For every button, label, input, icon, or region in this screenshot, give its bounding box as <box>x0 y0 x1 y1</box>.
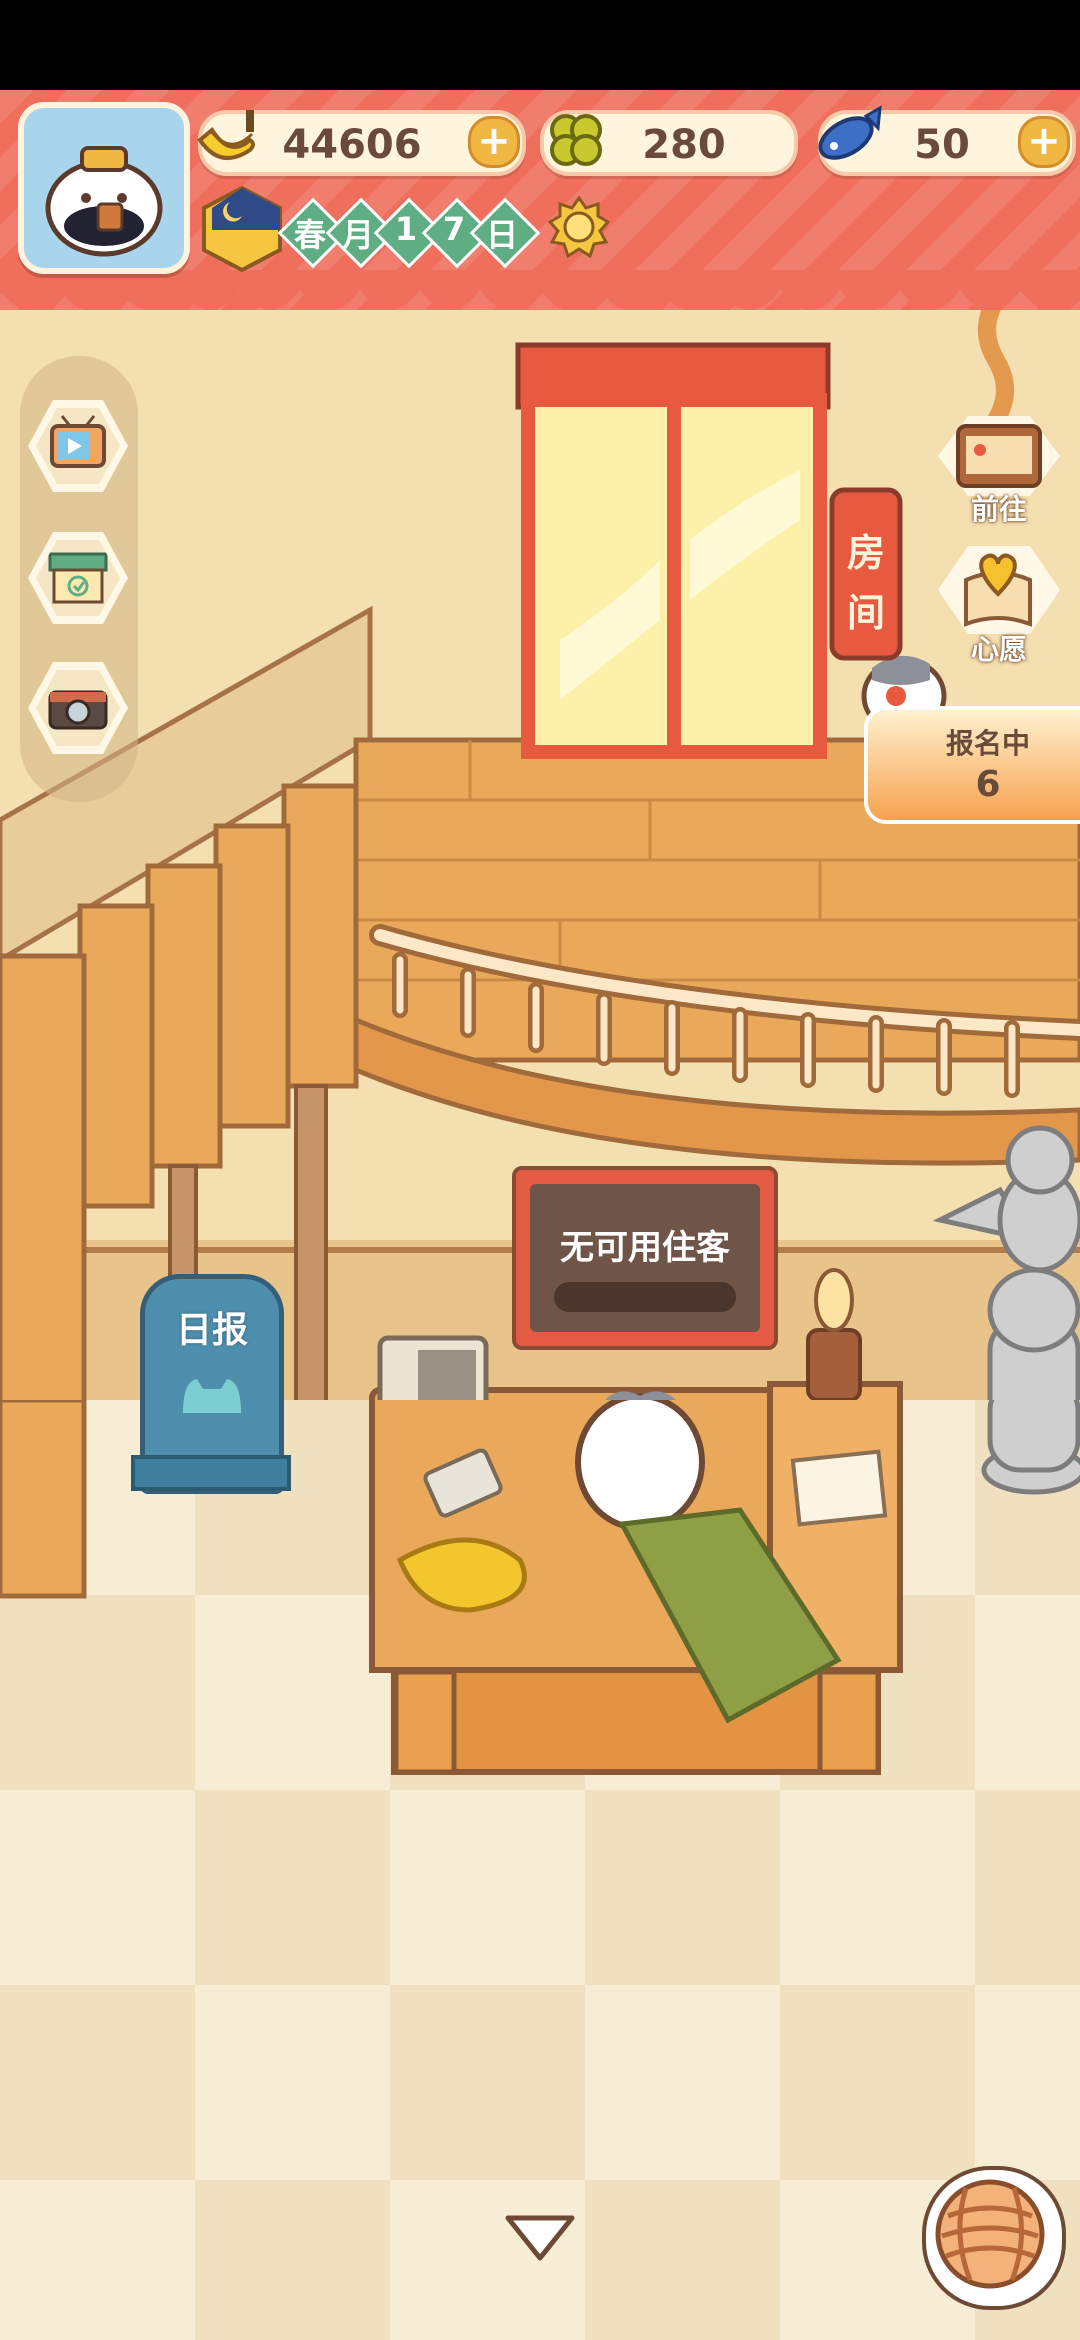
fish-icon <box>818 105 882 160</box>
fish-amount: 50 <box>914 122 970 168</box>
add-fish-button[interactable]: + <box>1018 116 1070 168</box>
banana-amount: 44606 <box>282 122 422 168</box>
wish-button[interactable]: 心愿 <box>936 540 1062 666</box>
add-bananas-button[interactable]: + <box>468 116 520 168</box>
banana-icon <box>197 110 255 160</box>
newspaper-stand-base <box>131 1455 291 1491</box>
newspaper-label: 日报 <box>175 1310 248 1351</box>
cat-face-icon <box>183 1379 241 1413</box>
heart-book-icon <box>938 546 1060 634</box>
player-avatar[interactable] <box>18 102 190 274</box>
yarn-ball-icon <box>935 2179 1045 2289</box>
moon-clock-icon[interactable] <box>196 184 288 274</box>
clover-amount: 280 <box>642 122 726 168</box>
go-button-label: 前往 <box>970 493 1027 526</box>
no-guest-message: 无可用住客 <box>560 1228 730 1268</box>
go-button[interactable]: 前往 <box>936 410 1062 528</box>
yarn-ball-button[interactable] <box>922 2166 1066 2310</box>
clover-icon <box>550 114 602 166</box>
cat-avatar-icon <box>45 146 163 257</box>
daily-newspaper-stand[interactable]: 日报 <box>131 1274 291 1494</box>
shop-icon <box>48 552 108 604</box>
guest-monitor[interactable]: 无可用住客 <box>512 1166 778 1350</box>
status-bar <box>0 0 1080 90</box>
registration-label: 报名中 <box>945 727 1030 760</box>
tv-icon <box>50 415 106 468</box>
date-day-digit-1: 1 <box>394 210 418 248</box>
calendar-date: 春 月 1 7 日 <box>277 197 541 269</box>
banner-scallop <box>0 270 1080 310</box>
monitor-progress-track <box>554 1282 736 1312</box>
sun-icon[interactable] <box>548 196 610 258</box>
registration-badge[interactable]: 报名中 6 <box>864 706 1080 824</box>
wish-button-label: 心愿 <box>970 633 1027 666</box>
room-sign-line1: 房 <box>846 531 885 575</box>
camera-icon <box>48 690 108 730</box>
registration-count: 6 <box>975 764 1001 805</box>
date-day-label: 日 <box>485 216 518 254</box>
room-sign-line2: 间 <box>846 591 885 635</box>
room-sign[interactable]: 房 间 <box>832 500 900 650</box>
date-day-digit-2: 7 <box>442 210 466 248</box>
floor-and-front-furniture <box>0 1400 1080 1775</box>
collapse-arrow-icon[interactable] <box>504 2212 576 2264</box>
monitor-screen: 无可用住客 <box>530 1184 760 1332</box>
